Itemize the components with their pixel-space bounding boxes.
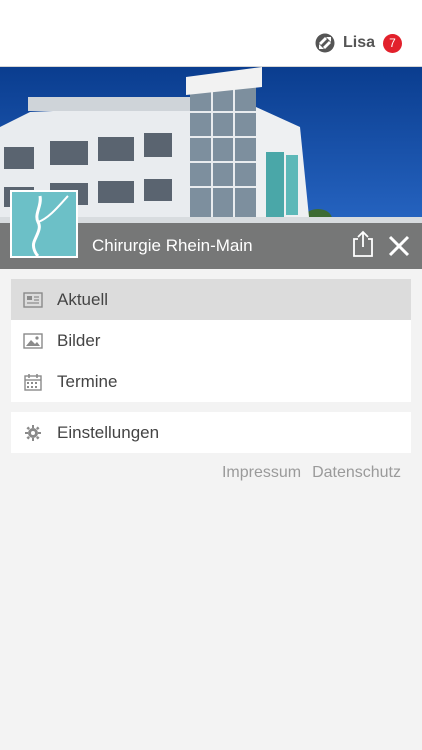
menu-item-einstellungen[interactable]: Einstellungen	[11, 412, 411, 453]
impressum-link[interactable]: Impressum	[222, 464, 301, 482]
menu-item-label: Termine	[57, 371, 118, 391]
close-icon[interactable]	[387, 234, 411, 258]
user-account[interactable]: Lisa 7	[315, 33, 402, 53]
image-icon	[11, 332, 55, 349]
top-bar: Lisa 7	[0, 0, 422, 67]
menu-item-aktuell[interactable]: Aktuell	[11, 279, 411, 320]
calendar-icon	[11, 373, 55, 391]
menu-item-label: Bilder	[57, 330, 101, 350]
gear-icon	[11, 424, 55, 441]
menu-item-termine[interactable]: Termine	[11, 361, 411, 402]
clinic-title: Chirurgie Rhein-Main	[92, 236, 253, 255]
newspaper-icon	[11, 291, 55, 308]
share-icon[interactable]	[350, 230, 376, 258]
datenschutz-link[interactable]: Datenschutz	[312, 464, 401, 482]
settings-menu: Einstellungen	[11, 412, 411, 453]
notification-badge: 7	[383, 33, 402, 53]
user-name: Lisa	[342, 34, 375, 51]
main-menu: Aktuell Bilder Termine	[11, 279, 411, 402]
menu-item-label: Einstellungen	[57, 422, 160, 442]
clinic-logo	[10, 190, 78, 258]
app-logo-icon	[315, 33, 335, 53]
footer-links: Impressum Datenschutz	[222, 464, 401, 482]
menu-item-bilder[interactable]: Bilder	[11, 320, 411, 361]
menu-item-label: Aktuell	[57, 289, 109, 309]
